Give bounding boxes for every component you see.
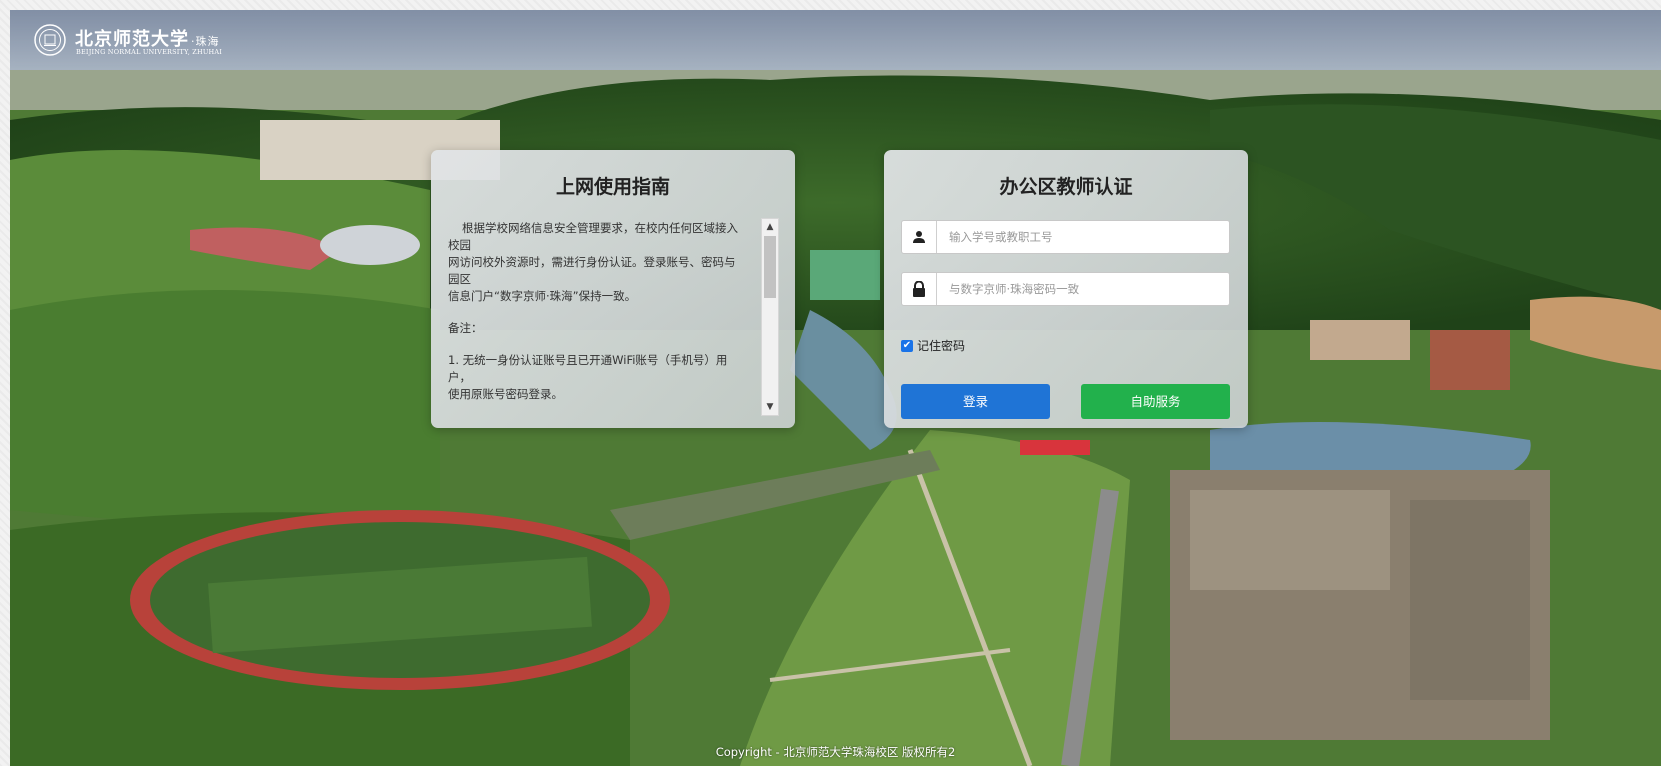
guide-para1-line3: 网访问校外资源时，需进行身份认证。登录账号、密码与 xyxy=(448,255,736,269)
logo-cn-sub: ·珠海 xyxy=(191,35,220,48)
auth-card: 办公区教师认证 输入学号或教职工号 与数字京师·珠海密码一致 ✔ 记住密码 登录… xyxy=(884,150,1248,428)
university-seal-icon xyxy=(34,24,66,56)
self-service-button[interactable]: 自助服务 xyxy=(1081,384,1230,419)
guide-scrollbar[interactable]: ▲ ▼ xyxy=(761,218,779,416)
remember-password-checkbox[interactable]: ✔ 记住密码 xyxy=(901,337,965,354)
login-button[interactable]: 登录 xyxy=(901,384,1050,419)
checkbox-checked-icon[interactable]: ✔ xyxy=(901,339,913,352)
guide-para1-line4: 园区 xyxy=(448,272,471,286)
campus-aerial-background xyxy=(10,10,1661,766)
scroll-thumb[interactable] xyxy=(764,236,776,298)
auth-title: 办公区教师认证 xyxy=(999,176,1133,198)
password-placeholder: 与数字京师·珠海密码一致 xyxy=(949,282,1080,296)
guide-note-label: 备注： xyxy=(448,321,483,335)
guide-para1-line5: 信息门户“数字京师·珠海”保持一致。 xyxy=(448,289,637,303)
page: 北京师范大学 ·珠海 BEIJING NORMAL UNIVERSITY, ZHU… xyxy=(10,10,1661,766)
footer-copyright: Copyright - 北京师范大学珠海校区 版权所有2 xyxy=(715,745,956,759)
logo-cn-main: 北京师范大学 xyxy=(75,29,189,50)
guide-note1-line3: 使用原账号密码登录。 xyxy=(448,387,563,401)
guide-card: 上网使用指南 根据学校网络信息安全管理要求，在校内任何区域接入 校园 网访问校外… xyxy=(431,150,795,428)
lock-icon xyxy=(902,273,937,305)
guide-title: 上网使用指南 xyxy=(555,176,670,198)
scroll-down-arrow-icon[interactable]: ▼ xyxy=(762,399,778,415)
logo-en-text: BEIJING NORMAL UNIVERSITY, ZHUHAI xyxy=(76,48,223,56)
guide-text-area[interactable]: 根据学校网络信息安全管理要求，在校内任何区域接入 校园 网访问校外资源时，需进行… xyxy=(448,220,755,410)
username-field[interactable]: 输入学号或教职工号 xyxy=(901,220,1230,254)
guide-para1-line2: 校园 xyxy=(448,238,471,252)
username-placeholder: 输入学号或教职工号 xyxy=(949,230,1053,244)
guide-para1-line1: 根据学校网络信息安全管理要求，在校内任何区域接入 xyxy=(462,221,738,235)
password-field[interactable]: 与数字京师·珠海密码一致 xyxy=(901,272,1230,306)
remember-label: 记住密码 xyxy=(917,339,966,353)
scroll-up-arrow-icon[interactable]: ▲ xyxy=(762,219,778,235)
guide-note1-line1: 1. 无统一身份认证账号且已开通WiFi账号（手机号）用 xyxy=(448,353,728,367)
guide-note1-line2: 户， xyxy=(448,370,471,384)
top-header-bar: 北京师范大学 ·珠海 BEIJING NORMAL UNIVERSITY, ZHU… xyxy=(10,10,1661,70)
user-icon xyxy=(902,221,937,253)
